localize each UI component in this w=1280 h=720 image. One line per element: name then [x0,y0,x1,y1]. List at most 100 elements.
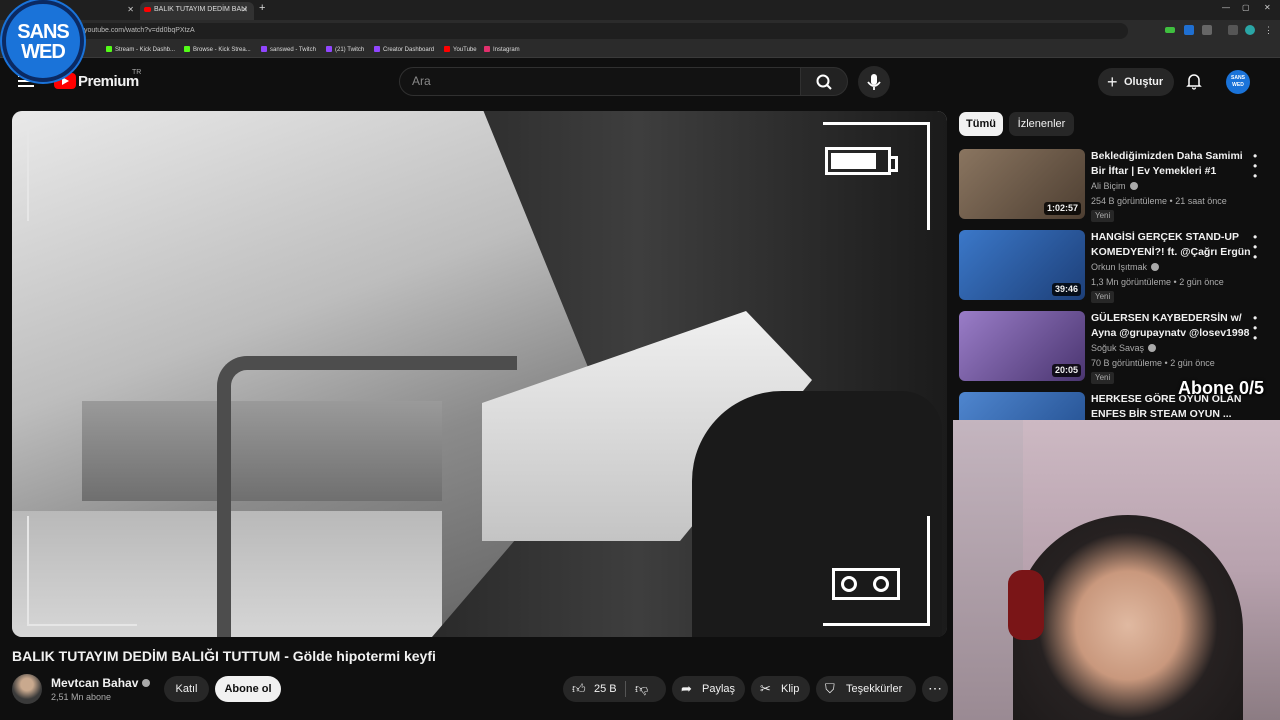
browser-menu-icon[interactable]: ⋮ [1264,25,1274,35]
close-tab-icon[interactable]: ✕ [241,2,248,18]
extension-icon[interactable] [1165,27,1175,33]
create-button[interactable]: + Oluştur [1098,68,1174,96]
region-label: TR [132,69,142,76]
rec-title[interactable]: GÜLERSEN KAYBEDERSİN w/ Ayna @grupaynatv… [1091,311,1251,341]
recommended-video[interactable]: 1:02:57 Beklediğimizden Daha Samimi Bir … [959,149,1269,224]
chip-all[interactable]: Tümü [959,112,1003,136]
bookmark-label: Creator Dashboard [383,47,435,53]
twitch-icon [374,46,380,52]
bookmark-item[interactable]: Browse - Kick Strea... [184,44,251,56]
dislike-icon[interactable]: 👎︎ [635,676,648,702]
bookmark-item[interactable]: Stream - Kick Dashb... [106,44,175,56]
subscribe-button[interactable]: Abone ol [215,676,281,702]
twitch-icon [261,46,267,52]
rec-channel[interactable]: Orkun Işıtmak [1091,262,1160,272]
video-title: BALIK TUTAYIM DEDİM BALIĞI TUTTUM - Göld… [12,648,436,664]
bookmark-item[interactable]: (21) Twitch [326,44,364,56]
more-options-icon[interactable]: • • • [1253,231,1257,263]
bookmark-label: Instagram [493,47,520,53]
clip-button[interactable]: ✂ Klip [751,676,810,702]
close-window-icon[interactable]: ✕ [1264,3,1271,12]
microphone-icon [867,74,881,90]
rec-channel-label: Orkun Işıtmak [1091,262,1148,272]
duration-badge: 20:05 [1051,364,1081,377]
bookmark-item[interactable]: Creator Dashboard [374,44,434,56]
profile-icon[interactable] [1245,25,1255,35]
verified-icon [1129,182,1138,190]
extension-icon[interactable] [1184,25,1194,35]
extensions-icon[interactable] [1202,25,1212,35]
camera-frame-bracket [823,122,930,230]
rec-channel-label: Ali Biçim [1091,181,1126,191]
youtube-favicon-icon [144,7,151,12]
recommended-video[interactable]: 39:46 HANGİSİ GERÇEK STAND-UP KOMEDYENİ?… [959,230,1269,305]
like-count[interactable]: 25 B [594,676,617,702]
bookmark-label: (21) Twitch [335,47,365,53]
brand-label[interactable]: Premium [78,73,139,90]
bookmark-label: sanswed - Twitch [270,47,316,53]
like-icon[interactable]: 👍︎ [572,676,586,702]
rec-channel[interactable]: Ali Biçim [1091,181,1138,191]
tab-label: BALIK TUTAYIM DEDİM BALI [154,6,247,13]
streamer-face [1013,515,1243,720]
logo-line: WED [21,41,66,63]
create-label: Oluştur [1124,76,1164,88]
verified-icon [142,679,151,687]
webcam-overlay [953,420,1280,720]
notifications-bell-icon[interactable] [1185,72,1203,90]
video-thumbnail[interactable]: 39:46 [959,230,1085,300]
scissors-icon: ✂ [760,681,771,696]
bookmark-label: YouTube [453,47,477,53]
address-bar[interactable]: youtube.com/watch?v=dd0bqPXtzA [78,23,1128,39]
thanks-label: Teşekkürler [846,683,903,695]
video-player[interactable] [12,111,947,637]
verified-icon [1151,263,1160,271]
bookmark-item[interactable]: YouTube [444,44,477,56]
more-options-icon[interactable]: • • • [1253,312,1257,344]
headset [1008,570,1044,640]
video-thumbnail[interactable]: 20:05 [959,311,1085,381]
account-avatar[interactable]: SANS WED [1226,70,1250,94]
bookmark-item[interactable]: sanswed - Twitch [261,44,316,56]
sanswed-logo: SANS WED [2,0,84,82]
thanks-button[interactable]: ⛉ Teşekkürler [816,676,916,702]
maximize-icon[interactable]: ▢ [1242,3,1250,12]
rec-channel-label: Soğuk Savaş [1091,343,1145,353]
close-tab-icon[interactable]: ✕ [127,2,134,18]
chip-watched[interactable]: İzlenenler [1009,112,1074,136]
rec-meta: 254 B görüntüleme • 21 saat önce [1091,196,1227,206]
voice-search-button[interactable] [858,66,890,98]
rec-channel[interactable]: Soğuk Savaş [1091,343,1157,353]
share-icon: ➦ [681,681,692,696]
instagram-icon [484,46,490,52]
bookmark-item[interactable]: Instagram [484,44,520,56]
like-dislike-group: 👍︎ 25 B 👎︎ [563,676,666,702]
bookmark-label: Stream - Kick Dashb... [115,47,176,53]
channel-name[interactable]: Mevtcan Bahav [51,676,151,690]
camera-frame-bracket [27,121,31,221]
minimize-icon[interactable]: — [1222,3,1230,12]
clip-label: Klip [781,683,800,695]
cassette-tape-icon [832,568,900,600]
verified-icon [1148,344,1157,352]
browser-tab-active[interactable]: BALIK TUTAYIM DEDİM BALI ✕ [140,2,254,20]
search-input[interactable]: Ara [399,67,801,96]
twitch-icon [326,46,332,52]
join-button[interactable]: Katıl [164,676,209,702]
more-options-icon[interactable]: • • • [1253,150,1257,182]
kick-icon [106,46,112,52]
recommended-video[interactable]: 20:05 GÜLERSEN KAYBEDERSİN w/ Ayna @grup… [959,311,1269,386]
media-icon[interactable] [1228,25,1238,35]
new-badge: Yeni [1091,372,1115,384]
search-icon [816,74,832,90]
bookmark-label: Browse - Kick Strea... [193,47,251,53]
share-button[interactable]: ➦ Paylaş [672,676,745,702]
channel-avatar[interactable] [12,674,42,704]
rec-title[interactable]: HANGİSİ GERÇEK STAND-UP KOMEDYENİ?! ft. … [1091,230,1251,260]
more-actions-button[interactable]: ⋯ [922,676,948,702]
rec-title[interactable]: Beklediğimizden Daha Samimi Bir İftar | … [1091,149,1251,179]
video-thumbnail[interactable]: 1:02:57 [959,149,1085,219]
new-badge: Yeni [1091,210,1115,222]
new-tab-icon[interactable]: + [259,2,265,14]
search-button[interactable] [800,67,848,96]
